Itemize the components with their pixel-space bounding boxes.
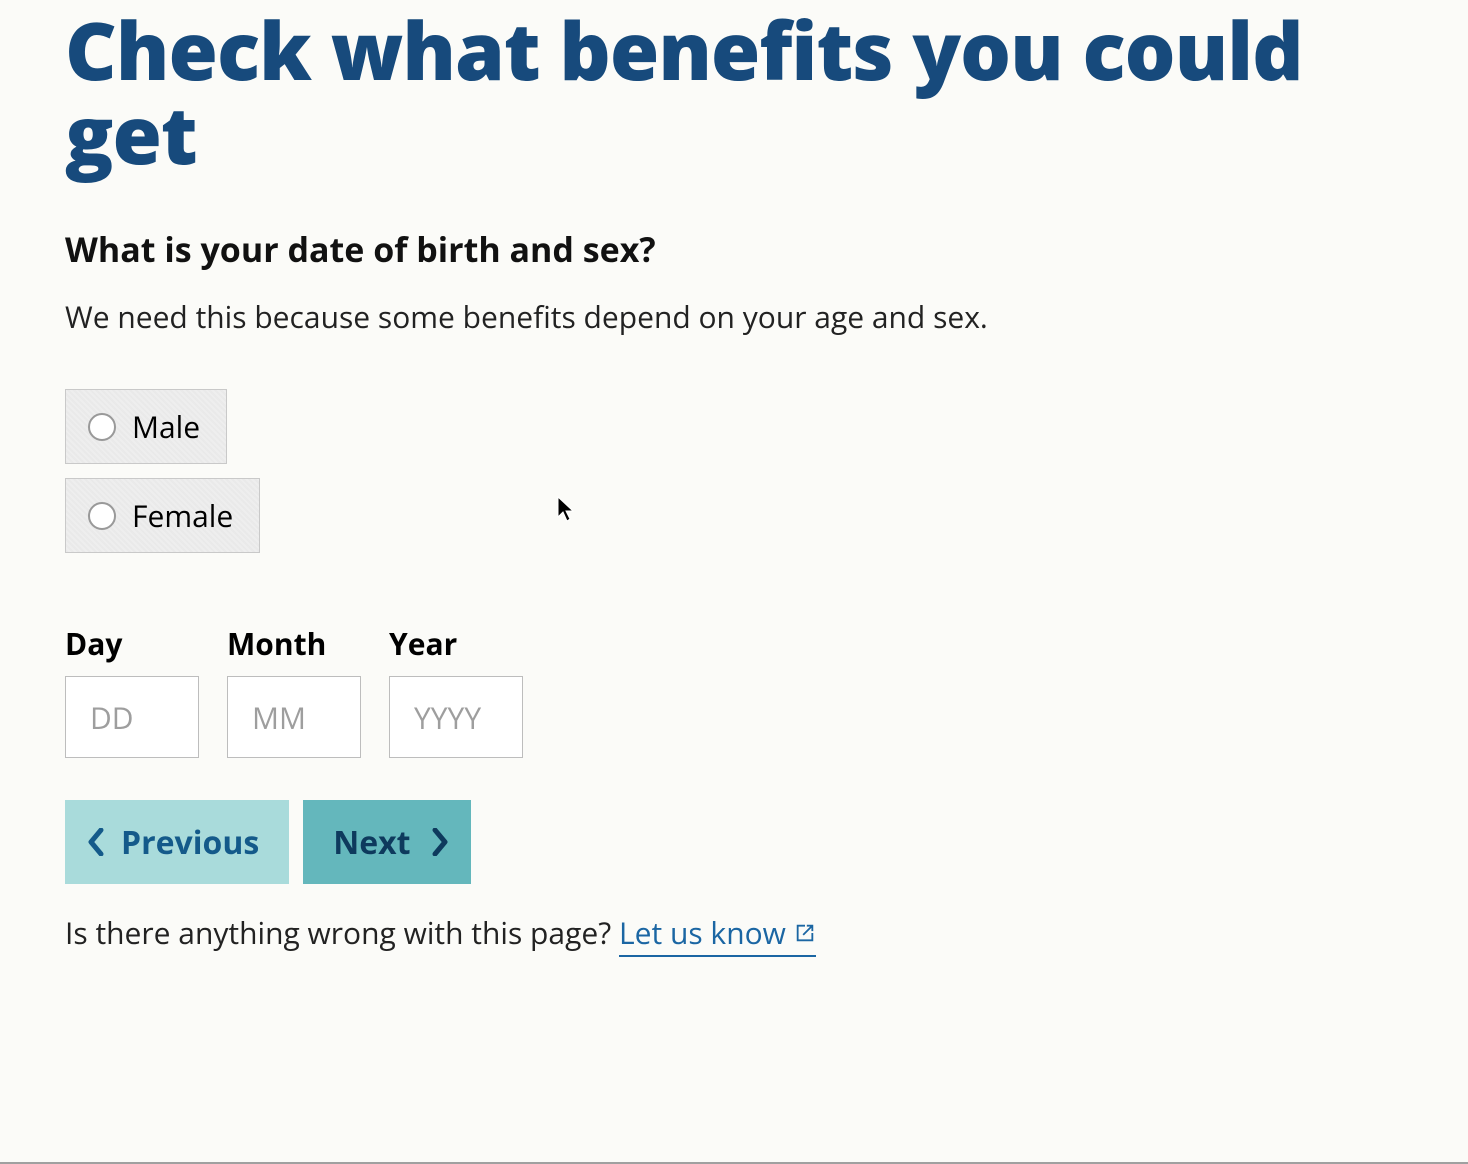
question-heading: What is your date of birth and sex? [65, 226, 1403, 272]
chevron-left-icon [87, 828, 107, 856]
previous-button[interactable]: Previous [65, 800, 289, 884]
page-title: Check what benefits you could get [65, 0, 1403, 176]
radio-female-label: Female [132, 495, 233, 536]
radio-circle-icon [88, 502, 116, 530]
dob-day-input[interactable] [65, 676, 199, 758]
dob-day-label: Day [65, 623, 199, 664]
feedback-link-text: Let us know [619, 912, 786, 953]
radio-circle-icon [88, 413, 116, 441]
external-link-icon [794, 922, 816, 944]
dob-year-field: Year [389, 623, 523, 758]
radio-female[interactable]: Female [65, 478, 260, 553]
feedback-line: Is there anything wrong with this page? … [65, 912, 1403, 957]
previous-button-label: Previous [121, 821, 259, 864]
dob-month-field: Month [227, 623, 361, 758]
question-hint: We need this because some benefits depen… [65, 296, 1403, 337]
dob-day-field: Day [65, 623, 199, 758]
chevron-right-icon [429, 828, 449, 856]
sex-radio-group: Male Female [65, 389, 1403, 567]
radio-male[interactable]: Male [65, 389, 227, 464]
dob-fields: Day Month Year [65, 623, 1403, 758]
next-button-label: Next [333, 821, 410, 864]
radio-male-label: Male [132, 406, 200, 447]
feedback-prompt: Is there anything wrong with this page? [65, 912, 619, 953]
dob-month-label: Month [227, 623, 361, 664]
dob-year-label: Year [389, 623, 523, 664]
feedback-link[interactable]: Let us know [619, 912, 816, 957]
dob-year-input[interactable] [389, 676, 523, 758]
dob-month-input[interactable] [227, 676, 361, 758]
next-button[interactable]: Next [303, 800, 470, 884]
nav-buttons: Previous Next [65, 800, 1403, 884]
